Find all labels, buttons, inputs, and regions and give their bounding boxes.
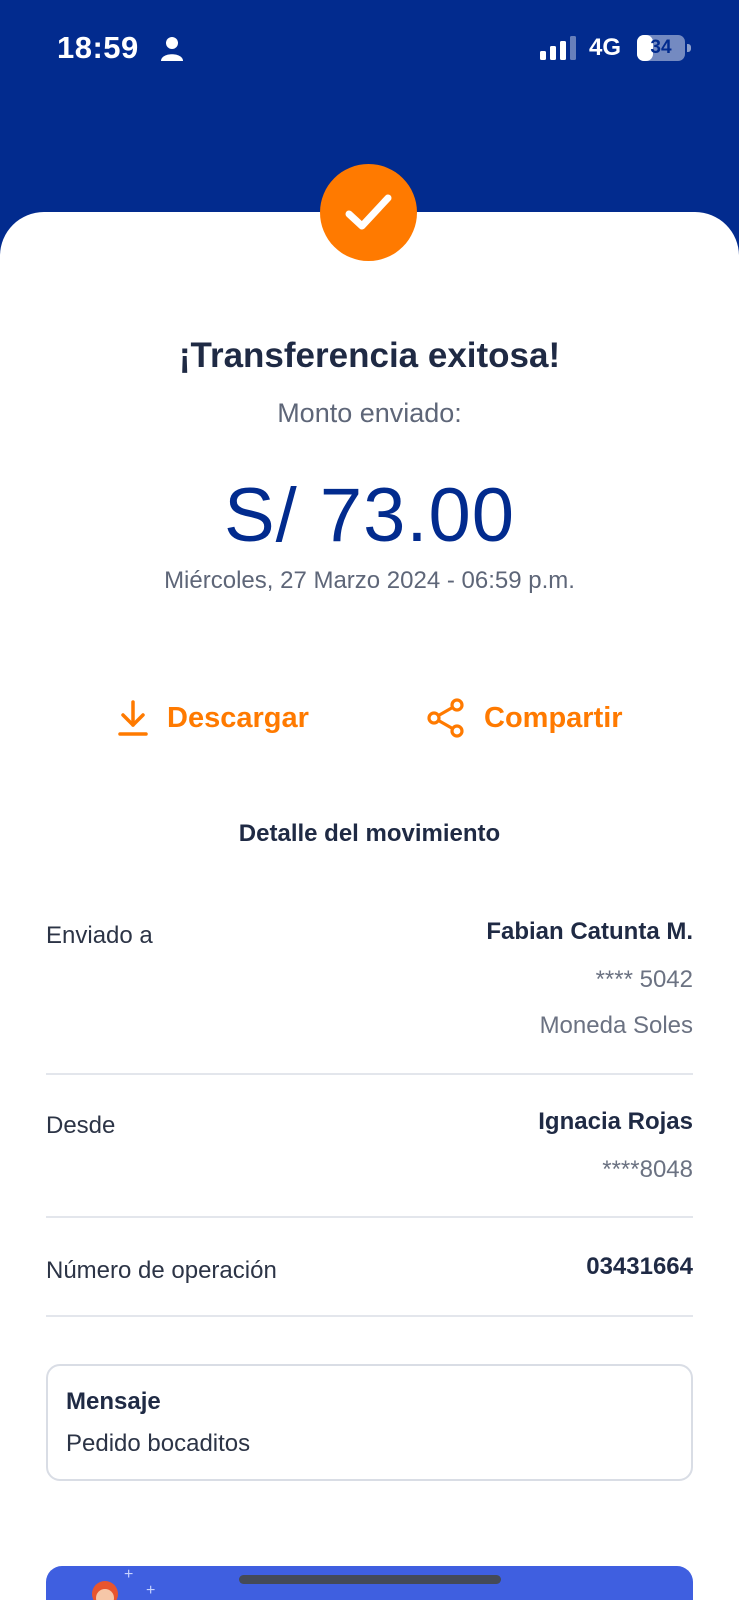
download-icon (118, 700, 148, 736)
sent-to-label: Enviado a (46, 922, 153, 949)
battery-percent: 34 (650, 37, 672, 58)
sparkle-icon: + (124, 1566, 134, 1583)
share-icon (427, 698, 464, 738)
recipient-currency: Moneda Soles (539, 1012, 693, 1039)
operation-number-value: 03431664 (586, 1253, 693, 1280)
status-bar: 18:59 4G 34 (0, 0, 739, 100)
sender-account: ****8048 (602, 1156, 693, 1183)
status-time: 18:59 (57, 30, 139, 65)
amount-caption: Monto enviado: (277, 398, 462, 428)
sender-name: Ignacia Rojas (538, 1108, 693, 1135)
transfer-success-screen: 18:59 4G 34 ¡Transferencia exitosa! Mont… (0, 0, 739, 1600)
success-badge (320, 164, 417, 261)
divider (46, 1315, 693, 1317)
checkmark-icon (345, 194, 392, 230)
signal-icon (540, 36, 576, 60)
transfer-datetime: Miércoles, 27 Marzo 2024 - 06:59 p.m. (164, 567, 575, 594)
message-title: Mensaje (66, 1388, 161, 1415)
home-indicator[interactable] (239, 1575, 501, 1584)
battery-tip (687, 44, 691, 52)
success-title: ¡Transferencia exitosa! (178, 336, 561, 375)
person-icon (161, 37, 183, 61)
download-button[interactable]: Descargar (117, 696, 309, 740)
detail-section-title: Detalle del movimiento (238, 820, 501, 847)
network-type: 4G (589, 34, 622, 61)
recipient-name: Fabian Catunta M. (486, 918, 693, 945)
recipient-account: **** 5042 (595, 966, 693, 993)
share-button[interactable]: Compartir (426, 696, 623, 740)
message-box: Mensaje Pedido bocaditos (46, 1364, 693, 1481)
divider (46, 1073, 693, 1075)
download-label: Descargar (167, 701, 309, 734)
share-label: Compartir (484, 701, 623, 734)
operation-number-label: Número de operación (46, 1257, 277, 1284)
from-label: Desde (46, 1112, 116, 1139)
battery-icon: 34 (637, 35, 691, 61)
message-text: Pedido bocaditos (66, 1430, 251, 1457)
divider (46, 1216, 693, 1218)
sparkle-icon: + (146, 1582, 156, 1599)
transfer-amount: S/ 73.00 (223, 473, 516, 558)
character-illustration-icon (92, 1581, 118, 1600)
